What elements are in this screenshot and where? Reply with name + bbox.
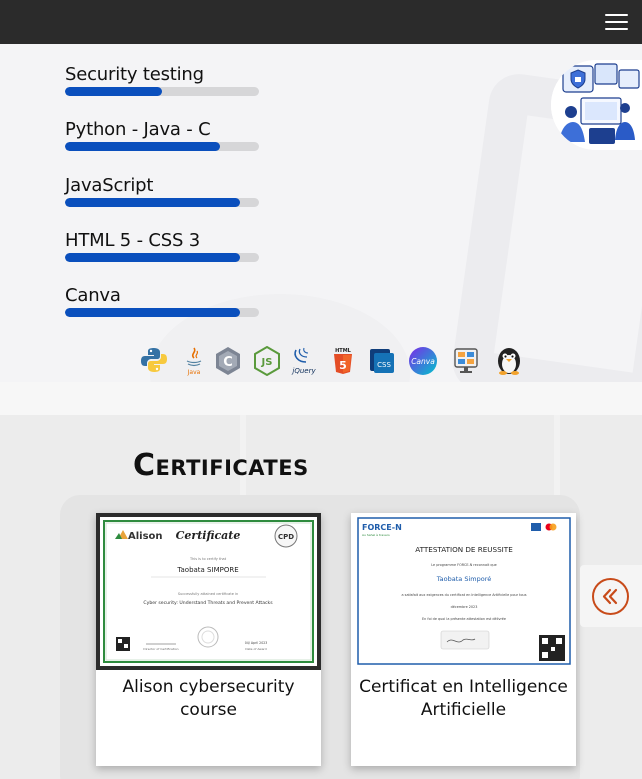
alison-date-label: Date of Award <box>245 647 266 651</box>
svg-text:C: C <box>223 355 233 370</box>
skill-progress-fill <box>65 253 240 262</box>
skill-javascript: JavaScript <box>65 176 265 207</box>
skill-progress-bar <box>65 87 259 96</box>
force-intro: Le programme FORCE-N reconnait que <box>431 563 497 567</box>
java-icon: Java <box>182 346 212 376</box>
certificates-title: Certificates <box>133 448 309 483</box>
double-chevron-left-icon <box>592 578 629 615</box>
alison-date: 04/ April 2023 <box>245 641 268 645</box>
certificate-caption: Alison cybersecurity course <box>122 677 295 720</box>
force-tagline: Au Sahel à travers <box>362 533 390 537</box>
skill-python-java-c: Python - Java - C <box>65 120 265 151</box>
html5-icon: HTML 5 <box>331 346 361 376</box>
skill-label: JavaScript <box>65 175 154 196</box>
force-recipient: Taobata Simporé <box>436 575 491 583</box>
skill-progress-bar <box>65 142 259 151</box>
certificate-card-alison[interactable]: Alison Certificate CPD This is to certif… <box>96 513 321 766</box>
skill-progress-bar <box>65 198 259 207</box>
certificate-image-alison: Alison Certificate CPD This is to certif… <box>96 513 321 670</box>
force-date: décembre 2023 <box>451 605 478 609</box>
section-divider <box>0 382 642 415</box>
svg-text:JS: JS <box>261 357 273 368</box>
skill-progress-fill <box>65 308 240 317</box>
force-footer: En foi de quoi la présente attestation e… <box>422 617 506 621</box>
top-navbar <box>0 0 642 44</box>
jquery-label: jQuery <box>291 367 316 375</box>
jquery-icon: jQuery <box>288 346 318 376</box>
skill-label: Python - Java - C <box>65 119 211 140</box>
svg-text:CPD: CPD <box>278 533 294 541</box>
monitor-icon <box>452 346 482 376</box>
css-label: CSS <box>377 361 391 369</box>
alison-heading: Certificate <box>176 529 241 542</box>
skill-label: HTML 5 - CSS 3 <box>65 230 200 251</box>
alison-course: Cyber security: Understand Threats and P… <box>143 600 273 606</box>
menu-icon[interactable] <box>605 14 628 30</box>
alison-line: Successfully attained certificate in <box>178 592 238 596</box>
skill-canva: Canva <box>65 286 265 317</box>
canva-icon: Canva <box>408 346 438 376</box>
java-label: Java <box>187 369 201 376</box>
linux-icon <box>495 346 525 376</box>
skill-progress-bar <box>65 253 259 262</box>
python-icon <box>140 346 170 376</box>
skill-progress-fill <box>65 87 162 96</box>
skill-html-css: HTML 5 - CSS 3 <box>65 231 265 262</box>
skill-progress-fill <box>65 198 240 207</box>
force-brand: FORCE-N <box>362 523 402 532</box>
skill-progress-bar <box>65 308 259 317</box>
certificate-card-ai[interactable]: FORCE-N Au Sahel à travers ATTESTATION D… <box>351 513 576 766</box>
skill-label: Canva <box>65 285 121 306</box>
certificate-image-ai: FORCE-N Au Sahel à travers ATTESTATION D… <box>351 513 576 670</box>
nodejs-icon: JS <box>253 345 283 377</box>
force-line: a satisfait aux exigences du certificat … <box>402 593 527 597</box>
canva-label: Canva <box>411 357 435 366</box>
certificate-caption: Certificat en Intelligence Artificielle <box>359 677 568 720</box>
alison-intro: This is to certify that <box>189 557 227 561</box>
svg-text:5: 5 <box>339 359 347 372</box>
skill-progress-fill <box>65 142 221 151</box>
css3-icon: CSS <box>368 346 398 376</box>
c-icon: C <box>214 346 244 376</box>
alison-role: Director of Certification <box>143 647 178 651</box>
skill-security-testing: Security testing <box>65 65 265 96</box>
alison-recipient: Taobata SIMPORE <box>176 566 238 574</box>
alison-brand: Alison <box>128 531 163 542</box>
force-heading: ATTESTATION DE REUSSITE <box>415 545 513 554</box>
carousel-prev-button[interactable] <box>580 565 642 627</box>
html-label: HTML <box>335 348 352 354</box>
security-illustration <box>551 60 642 150</box>
skill-label: Security testing <box>65 64 204 85</box>
